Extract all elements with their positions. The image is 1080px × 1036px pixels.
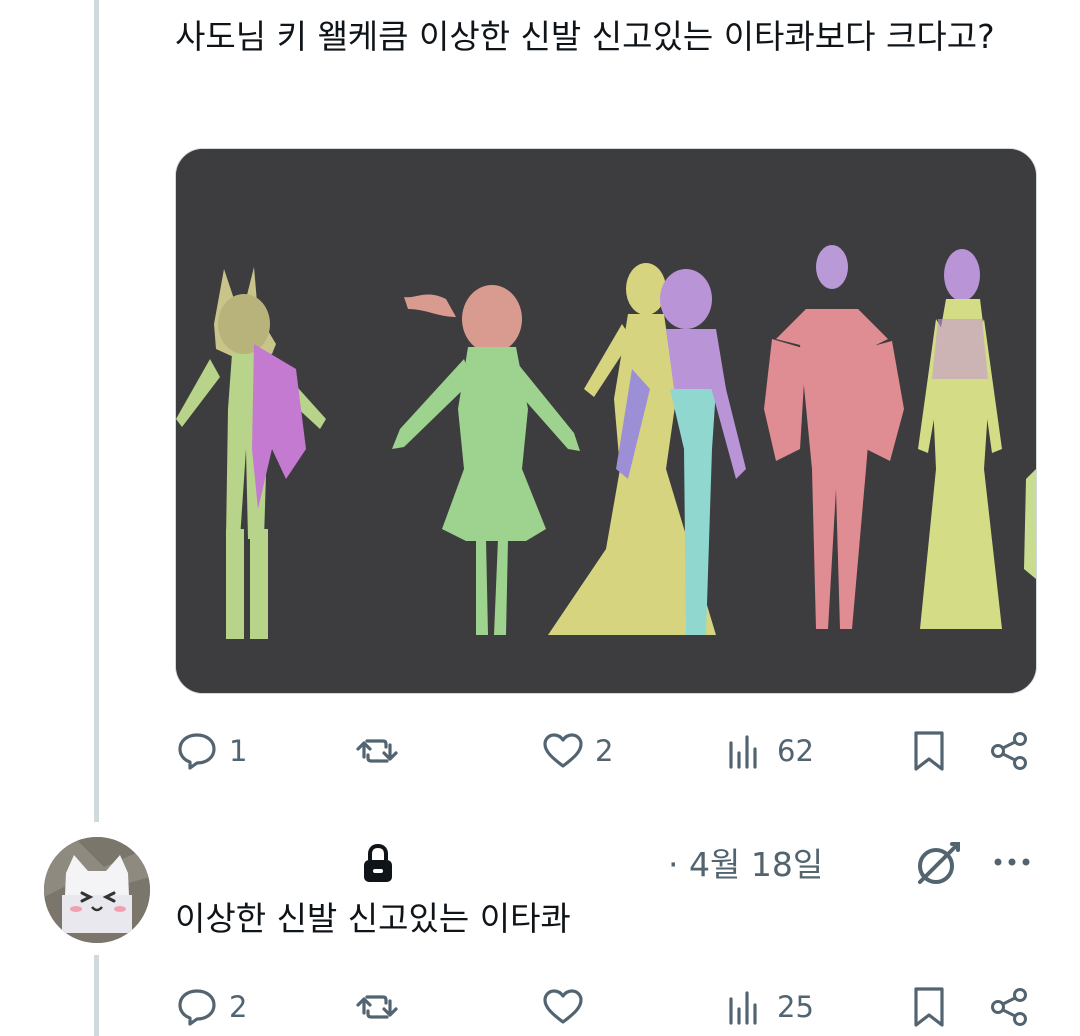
repost-arrows-icon [356,739,398,763]
like-button[interactable] [541,982,585,1032]
reply-count: 1 [229,734,248,768]
like-button[interactable]: 2 [541,726,613,776]
cat-avatar-illustration [44,837,150,943]
views-count: 62 [777,734,814,768]
bar-chart-icon [729,991,757,1025]
reply-action-bar: 2 25 [175,982,1035,1032]
reply-date[interactable]: · 4월 18일 [668,838,823,886]
share-button[interactable] [987,726,1031,776]
more-dots-icon[interactable] [992,850,1032,874]
post-text: 사도님 키 왤케큼 이상한 신발 신고있는 이타콰보다 크다고? [175,17,995,56]
thread-connector-line [94,955,99,1036]
post-media-image[interactable] [175,148,1037,694]
heart-icon [543,989,583,1024]
heart-icon [543,733,583,768]
share-icon [991,988,1027,1026]
share-button[interactable] [987,982,1031,1032]
reply-button[interactable]: 2 [175,982,247,1032]
views-count: 25 [777,990,814,1024]
reply-button[interactable]: 1 [175,726,247,776]
speech-bubble-icon [178,733,216,770]
thread-connector-line [94,0,99,822]
reply-count: 2 [229,990,248,1024]
avatar[interactable] [44,837,150,943]
bookmark-button[interactable] [907,726,951,776]
repost-arrows-icon [356,995,398,1019]
reply-text: 이상한 신발 신고있는 이타콰 [175,899,571,938]
like-count: 2 [595,734,614,768]
grok-icon[interactable] [912,838,964,890]
bar-chart-icon [729,735,757,769]
share-icon [991,732,1027,770]
bookmark-button[interactable] [907,982,951,1032]
lock-icon [364,843,392,882]
speech-bubble-icon [178,989,216,1026]
views-button[interactable]: 25 [723,982,814,1032]
characters-illustration [176,149,1036,693]
bookmark-icon [914,987,944,1027]
post-action-bar: 1 2 62 [175,726,1035,776]
repost-button[interactable] [355,982,399,1032]
views-button[interactable]: 62 [723,726,814,776]
repost-button[interactable] [355,726,399,776]
bookmark-icon [914,731,944,771]
